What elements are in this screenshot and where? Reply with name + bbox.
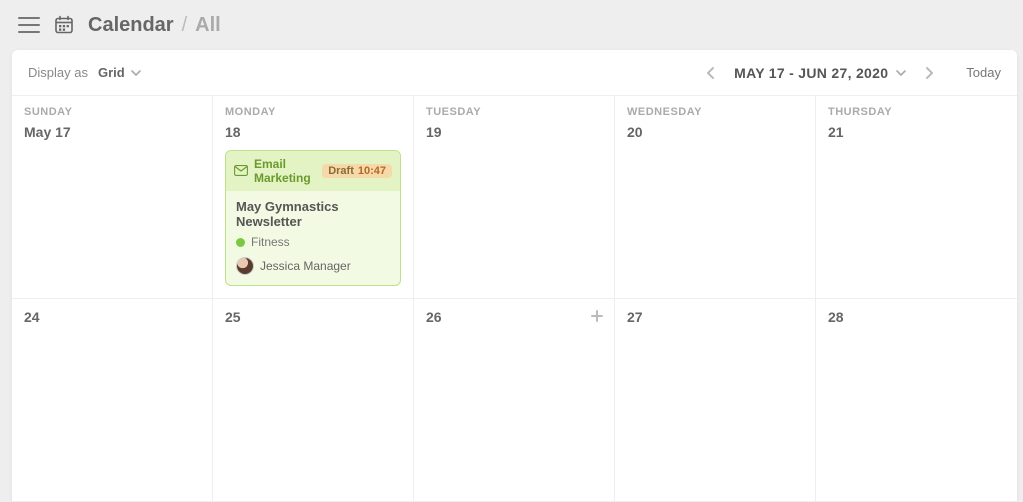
status-time: 10:47 <box>358 165 386 177</box>
day-cell[interactable]: 25 <box>213 299 414 502</box>
weekday-label: SUNDAY <box>24 106 200 118</box>
event-title: May Gymnastics Newsletter <box>236 199 390 229</box>
add-event-button[interactable] <box>590 309 604 323</box>
date-range-picker[interactable]: MAY 17 - JUN 27, 2020 <box>734 65 906 81</box>
date-label: 25 <box>225 309 401 325</box>
day-cell[interactable]: 26 <box>414 299 615 502</box>
display-as-label: Display as <box>28 65 88 80</box>
calendar-icon <box>54 15 74 35</box>
avatar <box>236 257 254 275</box>
chevron-down-icon <box>131 68 141 78</box>
breadcrumb-section[interactable]: All <box>195 14 221 37</box>
status-badge: Draft 10:47 <box>322 164 392 178</box>
email-icon <box>234 165 248 177</box>
tag-dot-icon <box>236 238 245 247</box>
day-cell[interactable]: WEDNESDAY 20 <box>615 96 816 299</box>
display-as-value: Grid <box>98 65 125 80</box>
status-label: Draft <box>328 165 354 177</box>
date-label: 24 <box>24 309 200 325</box>
date-label: 28 <box>828 309 1005 325</box>
prev-range-button[interactable] <box>702 64 720 82</box>
next-range-button[interactable] <box>920 64 938 82</box>
event-user: Jessica Manager <box>260 259 351 273</box>
date-label: May 17 <box>24 124 200 140</box>
day-cell[interactable]: THURSDAY 21 <box>816 96 1017 299</box>
weekday-label: THURSDAY <box>828 106 1005 118</box>
day-cell[interactable]: 28 <box>816 299 1017 502</box>
date-label: 18 <box>225 124 401 140</box>
event-card[interactable]: Email Marketing Draft 10:47 May Gymnasti… <box>225 150 401 286</box>
date-label: 27 <box>627 309 803 325</box>
event-type-label: Email Marketing <box>254 157 316 185</box>
day-cell[interactable]: SUNDAY May 17 <box>12 96 213 299</box>
event-tag: Fitness <box>251 235 290 249</box>
date-label: 19 <box>426 124 602 140</box>
menu-icon[interactable] <box>18 17 40 33</box>
day-cell[interactable]: 27 <box>615 299 816 502</box>
chevron-down-icon <box>896 68 906 78</box>
weekday-label: WEDNESDAY <box>627 106 803 118</box>
calendar-grid: SUNDAY May 17 MONDAY 18 Email Marketing … <box>12 96 1017 502</box>
breadcrumb-separator: / <box>182 14 188 37</box>
date-label: 21 <box>828 124 1005 140</box>
day-cell[interactable]: TUESDAY 19 <box>414 96 615 299</box>
date-range-text: MAY 17 - JUN 27, 2020 <box>734 65 888 81</box>
page-title[interactable]: Calendar <box>88 14 174 37</box>
day-cell[interactable]: 24 <box>12 299 213 502</box>
date-label: 20 <box>627 124 803 140</box>
date-label: 26 <box>426 309 602 325</box>
weekday-label: MONDAY <box>225 106 401 118</box>
breadcrumb: Calendar / All <box>88 14 221 37</box>
display-as-select[interactable]: Grid <box>98 65 141 80</box>
weekday-label: TUESDAY <box>426 106 602 118</box>
today-button[interactable]: Today <box>966 65 1001 80</box>
day-cell[interactable]: MONDAY 18 Email Marketing Draft 10:47 <box>213 96 414 299</box>
